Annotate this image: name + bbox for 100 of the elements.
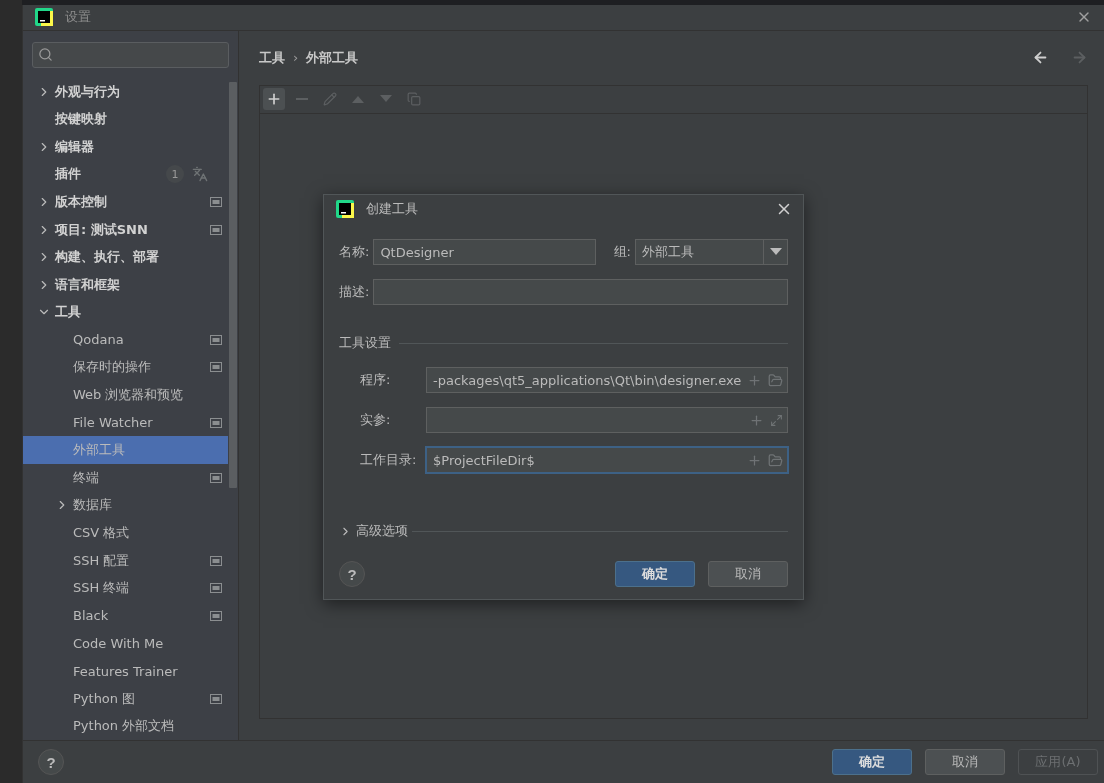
sidebar-item-label: Web 浏览器和预览 bbox=[73, 386, 185, 405]
field-label: 组: bbox=[613, 243, 631, 261]
sidebar-item-label: 工具 bbox=[55, 303, 82, 322]
breadcrumb-item: 工具 bbox=[259, 48, 285, 67]
field-label: 工作目录: bbox=[360, 451, 418, 469]
sidebar-item-label: 外部工具 bbox=[73, 441, 126, 460]
sidebar-item-label: Qodana bbox=[73, 332, 125, 348]
field-label: 描述: bbox=[339, 283, 370, 301]
sidebar-item-label: File Watcher bbox=[73, 415, 154, 431]
expand-icon bbox=[770, 413, 783, 427]
project-scope-icon bbox=[210, 583, 222, 594]
dialog-button[interactable]: 取消 bbox=[708, 561, 788, 587]
sidebar-item[interactable]: 工具 bbox=[23, 298, 228, 327]
sidebar-item[interactable]: Web 浏览器和预览 bbox=[23, 381, 228, 409]
input-field[interactable]: -packages\qt5_applications\Qt\bin\designer.exe bbox=[426, 367, 788, 393]
sidebar-item[interactable]: Qodana bbox=[23, 326, 228, 354]
sidebar-item[interactable]: 编辑器 bbox=[23, 132, 228, 161]
help-button[interactable]: ? bbox=[339, 561, 365, 587]
sidebar-item-label: 外观与行为 bbox=[55, 82, 121, 101]
plus-icon bbox=[749, 412, 764, 428]
down-triangle-icon bbox=[380, 95, 392, 104]
group-dropdown[interactable]: 外部工具 bbox=[635, 239, 788, 265]
minus-icon bbox=[296, 98, 308, 101]
sidebar-item-label: 版本控制 bbox=[55, 192, 108, 211]
sidebar-item-label: 终端 bbox=[73, 468, 100, 487]
sidebar-item[interactable]: 数据库 bbox=[23, 491, 228, 520]
sidebar-item[interactable]: 保存时的操作 bbox=[23, 353, 228, 382]
sidebar-item[interactable]: 语言和框架 bbox=[23, 270, 228, 299]
sidebar-item-label: Code With Me bbox=[73, 635, 165, 651]
sidebar-item-label: 语言和框架 bbox=[55, 275, 121, 294]
description-field[interactable] bbox=[373, 279, 788, 305]
project-scope-icon bbox=[210, 693, 222, 704]
sidebar-item-label: 按键映射 bbox=[55, 110, 108, 129]
translate-icon bbox=[192, 166, 208, 183]
sidebar-item[interactable]: 项目: 测试SNN bbox=[23, 215, 228, 244]
sidebar-item[interactable]: 构建、执行、部署 bbox=[23, 243, 228, 271]
plus-icon bbox=[747, 452, 762, 468]
sidebar-item[interactable]: 按键映射 bbox=[23, 105, 228, 133]
section-title: 工具设置 bbox=[339, 334, 391, 352]
sidebar-item[interactable]: Features Trainer bbox=[23, 657, 228, 685]
input-field[interactable]: $ProjectFileDir$ bbox=[426, 447, 788, 473]
footer-button[interactable]: 取消 bbox=[925, 749, 1005, 775]
advanced-options-toggle[interactable]: 高级选项 bbox=[339, 522, 408, 540]
dialog-button[interactable]: 确定 bbox=[615, 561, 695, 587]
project-scope-icon bbox=[210, 196, 222, 207]
search-field[interactable] bbox=[32, 41, 229, 68]
window-title: 设置 bbox=[65, 8, 92, 27]
input-field[interactable] bbox=[426, 407, 788, 433]
add-tool-button[interactable] bbox=[263, 88, 285, 111]
project-scope-icon bbox=[210, 362, 222, 373]
sidebar-item-label: CSV 格式 bbox=[73, 524, 131, 543]
sidebar-item-label: Black bbox=[73, 608, 110, 624]
sidebar-item-label: 编辑器 bbox=[55, 137, 95, 156]
sidebar-item[interactable]: 版本控制 bbox=[23, 188, 228, 216]
project-scope-icon bbox=[210, 472, 222, 483]
footer-button[interactable]: 确定 bbox=[832, 749, 912, 775]
sidebar-item[interactable]: Python 外部文档 bbox=[23, 712, 228, 740]
sidebar-item-label: Python 图 bbox=[73, 689, 137, 708]
folder-icon bbox=[768, 372, 784, 388]
sidebar-item[interactable]: CSV 格式 bbox=[23, 519, 228, 547]
sidebar-item[interactable]: SSH 配置 bbox=[23, 546, 228, 575]
sidebar-item[interactable]: 终端 bbox=[23, 464, 228, 492]
sidebar-item[interactable]: 插件 1 bbox=[23, 160, 228, 189]
sidebar-item-label: Features Trainer bbox=[73, 663, 179, 679]
dialog-title: 创建工具 bbox=[366, 200, 419, 218]
sidebar-item-label: SSH 终端 bbox=[73, 579, 131, 598]
sidebar-item[interactable]: 外观与行为 bbox=[23, 77, 228, 106]
field-label: 程序: bbox=[360, 371, 392, 389]
app-logo bbox=[35, 8, 53, 27]
breadcrumb-item: 外部工具 bbox=[306, 48, 359, 67]
dropdown-arrow-icon bbox=[769, 248, 782, 256]
count-badge: 1 bbox=[166, 165, 184, 184]
project-scope-icon bbox=[210, 334, 222, 345]
plus-icon bbox=[747, 372, 763, 388]
sidebar-item-label: Python 外部文档 bbox=[73, 717, 176, 736]
sidebar-item-label: 构建、执行、部署 bbox=[55, 248, 160, 267]
scrollbar-thumb[interactable] bbox=[229, 81, 237, 488]
sidebar-item[interactable]: File Watcher bbox=[23, 408, 228, 437]
project-scope-icon bbox=[210, 555, 222, 566]
name-field[interactable]: QtDesigner bbox=[373, 239, 596, 265]
sidebar-item-label: 项目: 测试SNN bbox=[55, 220, 149, 239]
field-label: 名称: bbox=[339, 243, 370, 261]
field-label: 实参: bbox=[360, 411, 392, 429]
sidebar-item[interactable]: SSH 终端 bbox=[23, 574, 228, 603]
search-icon bbox=[38, 47, 53, 63]
sidebar-item-label: SSH 配置 bbox=[73, 551, 131, 570]
sidebar-item-label: 保存时的操作 bbox=[73, 358, 152, 377]
help-button[interactable]: ? bbox=[38, 749, 64, 775]
pencil-icon bbox=[323, 92, 337, 107]
copy-icon bbox=[407, 92, 421, 107]
sidebar-item[interactable]: Python 图 bbox=[23, 684, 228, 713]
sidebar-item-label: 数据库 bbox=[73, 496, 113, 515]
sidebar-item[interactable]: Code With Me bbox=[23, 629, 228, 658]
up-triangle-icon bbox=[352, 95, 364, 104]
breadcrumb-separator: › bbox=[293, 50, 299, 66]
sidebar-item[interactable]: Black bbox=[23, 602, 228, 630]
project-scope-icon bbox=[210, 224, 222, 235]
project-scope-icon bbox=[210, 610, 222, 621]
advanced-options-label: 高级选项 bbox=[356, 522, 408, 540]
project-scope-icon bbox=[210, 417, 222, 428]
